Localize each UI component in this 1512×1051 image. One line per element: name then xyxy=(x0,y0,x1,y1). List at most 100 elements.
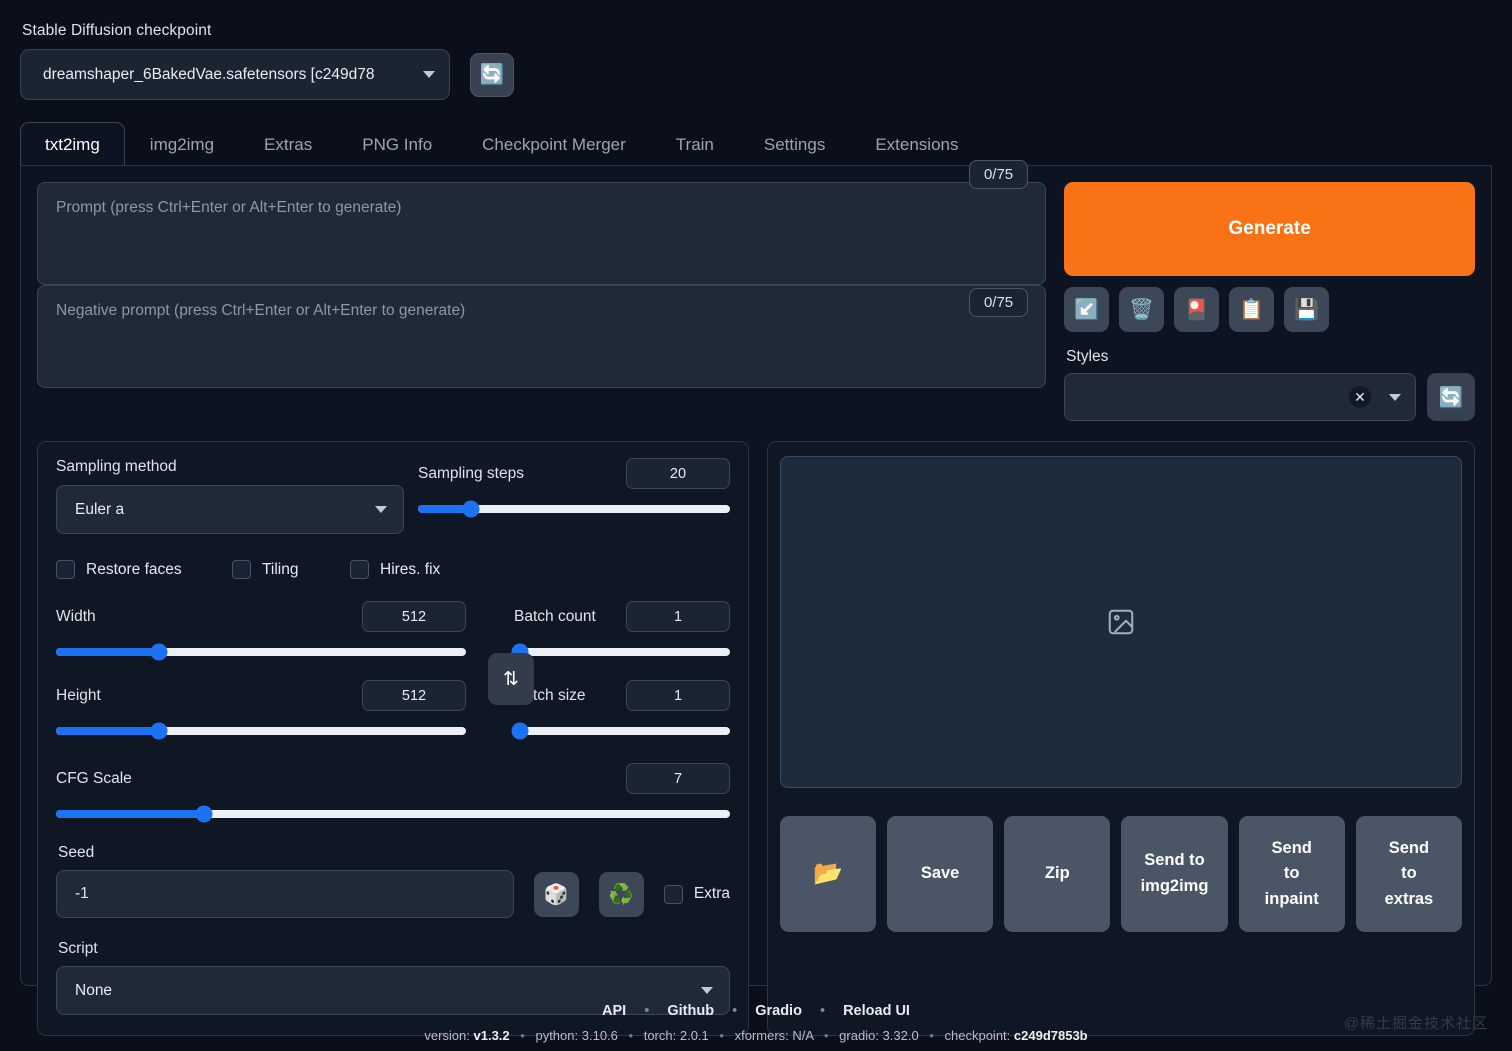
tab-extras[interactable]: Extras xyxy=(239,122,337,166)
clipboard-icon-button[interactable]: 📋 xyxy=(1229,287,1275,332)
height-slider[interactable] xyxy=(56,722,466,740)
checkbox-box[interactable] xyxy=(56,560,75,579)
tab-settings[interactable]: Settings xyxy=(739,122,850,166)
checkbox-label: Tiling xyxy=(262,560,299,578)
sampling-row: Sampling method Euler a Sampling steps 2… xyxy=(56,458,730,534)
cfg-scale-value[interactable]: 7 xyxy=(626,763,730,794)
negative-prompt-token-counter: 0/75 xyxy=(968,288,1029,317)
api-link[interactable]: API xyxy=(602,1003,626,1019)
stable-diffusion-webui: Stable Diffusion checkpoint dreamshaper_… xyxy=(0,0,1512,1051)
script-value: None xyxy=(75,981,113,999)
python-val: 3.10.6 xyxy=(581,1028,618,1043)
styles-dropdown[interactable]: ✕ xyxy=(1064,373,1416,421)
sampling-steps-label: Sampling steps xyxy=(418,464,524,482)
checkpoint-val: c249d7853b xyxy=(1013,1028,1088,1043)
prompt-token-counter: 0/75 xyxy=(968,160,1029,189)
watermark: @稀土掘金技术社区 xyxy=(1343,1015,1488,1032)
checkbox-extra-seed[interactable]: Extra xyxy=(663,884,730,904)
batch-count-value[interactable]: 1 xyxy=(626,601,730,632)
slider-knob[interactable] xyxy=(195,805,213,823)
xformers-val: N/A xyxy=(792,1028,814,1043)
github-link[interactable]: Github xyxy=(667,1003,714,1019)
open-folder-button[interactable]: 📂 xyxy=(780,816,876,932)
styles-refresh-button[interactable]: 🔄 xyxy=(1427,373,1475,421)
trash-icon-button[interactable]: 🗑️ xyxy=(1119,287,1165,332)
floppy-save-icon-button[interactable]: 💾 xyxy=(1284,287,1330,332)
seed-input[interactable]: -1 xyxy=(56,870,514,918)
send-to-extras-button[interactable]: Send to extras xyxy=(1355,816,1463,932)
save-button[interactable]: Save xyxy=(887,816,994,932)
gradio-link[interactable]: Gradio xyxy=(755,1003,802,1019)
width-value[interactable]: 512 xyxy=(362,601,466,632)
txt2img-panel: 0/75 Prompt (press Ctrl+Enter or Alt+Ent… xyxy=(20,160,1492,1036)
tab-txt2img[interactable]: txt2img xyxy=(20,122,125,166)
batch-count-label: Batch count xyxy=(514,607,596,625)
cfg-scale-slider[interactable] xyxy=(56,805,730,823)
checkbox-tiling[interactable]: Tiling xyxy=(232,560,350,579)
width-slider[interactable] xyxy=(56,643,466,661)
height-label: Height xyxy=(56,686,101,704)
recycle-icon: ♻️ xyxy=(608,883,634,906)
gradio-val: 3.32.0 xyxy=(882,1028,919,1043)
tab-extensions[interactable]: Extensions xyxy=(850,122,983,166)
sampling-method-group: Sampling method Euler a xyxy=(56,458,404,534)
tab-checkpoint-merger[interactable]: Checkpoint Merger xyxy=(457,122,651,166)
height-value[interactable]: 512 xyxy=(362,680,466,711)
swap-dimensions-button[interactable]: ⇅ xyxy=(488,653,534,705)
width-label: Width xyxy=(56,607,96,625)
tab-png-info[interactable]: PNG Info xyxy=(337,122,457,166)
sampling-method-select[interactable]: Euler a xyxy=(56,485,404,534)
checkpoint-row: dreamshaper_6BakedVae.safetensors [c249d… xyxy=(20,49,1492,100)
batch-size-value[interactable]: 1 xyxy=(626,680,730,711)
checkbox-box[interactable] xyxy=(232,560,251,579)
clear-icon[interactable]: ✕ xyxy=(1349,386,1371,408)
slider-knob[interactable] xyxy=(511,722,529,740)
checkpoint-select[interactable]: dreamshaper_6BakedVae.safetensors [c249d… xyxy=(20,49,450,100)
separator: • xyxy=(732,1003,738,1019)
tabs-underline xyxy=(20,165,1492,166)
send-to-img2img-button[interactable]: Send to img2img xyxy=(1121,816,1228,932)
batch-size-slider[interactable] xyxy=(511,722,730,740)
prompt-input[interactable]: Prompt (press Ctrl+Enter or Alt+Enter to… xyxy=(37,182,1047,285)
checkpoint-label: Stable Diffusion checkpoint xyxy=(22,22,212,39)
checkpoint-refresh-button[interactable]: 🔄 xyxy=(470,52,514,97)
send-to-inpaint-button[interactable]: Send to inpaint xyxy=(1238,816,1345,932)
sampling-steps-value[interactable]: 20 xyxy=(626,458,730,489)
slider-fill xyxy=(56,727,159,735)
version-key: version: xyxy=(424,1028,470,1043)
checkbox-hires-fix[interactable]: Hires. fix xyxy=(350,560,440,579)
prompt-toolbar: ↙️ 🗑️ 🎴 📋 💾 xyxy=(1064,287,1475,332)
slider-knob[interactable] xyxy=(150,722,167,740)
tab-img2img[interactable]: img2img xyxy=(125,122,239,166)
checkpoint-value: dreamshaper_6BakedVae.safetensors [c249d… xyxy=(43,65,375,83)
settings-panel: Sampling method Euler a Sampling steps 2… xyxy=(37,441,749,1036)
negative-prompt-input[interactable]: Negative prompt (press Ctrl+Enter or Alt… xyxy=(37,285,1047,388)
slider-knob[interactable] xyxy=(150,643,167,661)
random-seed-button[interactable]: 🎲 xyxy=(533,871,579,917)
sampling-steps-slider[interactable] xyxy=(418,500,730,518)
separator: • xyxy=(644,1003,650,1019)
seed-label: Seed xyxy=(58,844,95,861)
refresh-icon: 🔄 xyxy=(1438,386,1464,409)
checkbox-box[interactable] xyxy=(663,884,683,904)
checkbox-box[interactable] xyxy=(350,560,369,579)
tab-train[interactable]: Train xyxy=(651,122,739,166)
checkbox-restore-faces[interactable]: Restore faces xyxy=(56,560,232,579)
arrow-down-left-icon-button[interactable]: ↙️ xyxy=(1064,287,1110,332)
folder-icon: 📂 xyxy=(813,860,843,888)
separator: • xyxy=(819,1003,826,1019)
slider-knob[interactable] xyxy=(462,500,480,518)
width-group: Width 512 xyxy=(56,601,466,661)
batch-count-slider[interactable] xyxy=(511,643,730,661)
dimensions-row: ⇅ Width 512 Height 512 Batch count 1 Bat… xyxy=(56,601,730,740)
width-head: Width 512 xyxy=(56,601,466,632)
seed-row: -1 🎲 ♻️ Extra xyxy=(56,870,730,918)
image-preview-area[interactable] xyxy=(780,456,1462,788)
checkpoint-key: checkpoint: xyxy=(944,1028,1011,1043)
zip-button[interactable]: Zip xyxy=(1004,816,1111,932)
reuse-seed-button[interactable]: ♻️ xyxy=(598,871,644,917)
sampling-method-value: Euler a xyxy=(75,500,125,518)
generate-button[interactable]: Generate xyxy=(1064,182,1475,276)
reload-ui-link[interactable]: Reload UI xyxy=(843,1003,910,1019)
picture-icon-button[interactable]: 🎴 xyxy=(1174,287,1220,332)
